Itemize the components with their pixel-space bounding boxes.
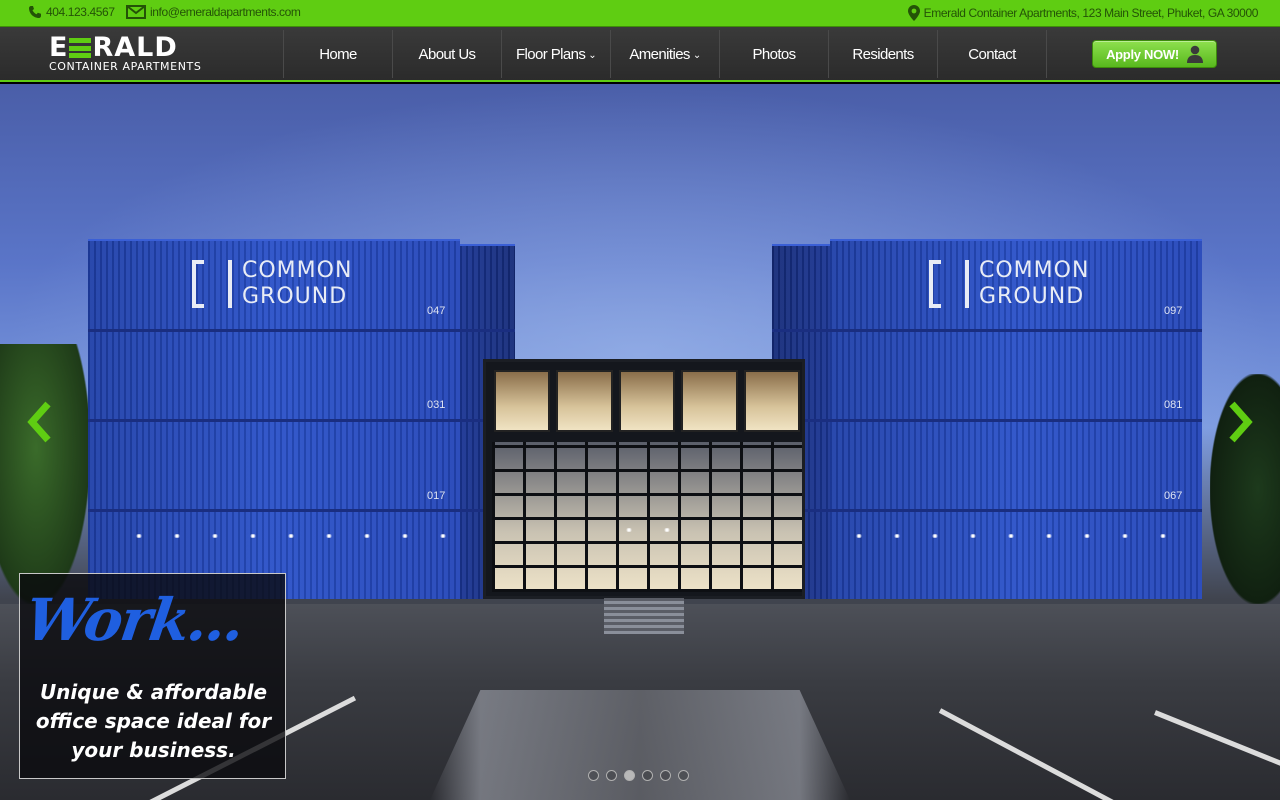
entrance-steps — [604, 598, 684, 634]
slider-prev-arrow[interactable] — [24, 400, 56, 444]
chevron-right-icon — [1229, 401, 1253, 443]
logo-wordmark: E RALD — [49, 32, 241, 63]
slide-caption: Work... Unique & affordable office space… — [19, 573, 286, 779]
phone-number: 404.123.4567 — [46, 5, 115, 19]
slider-dot[interactable] — [642, 770, 653, 781]
top-info-bar: 404.123.4567 info@emeraldapartments.com … — [0, 0, 1280, 27]
container-number: 067 — [1164, 490, 1183, 502]
phone-contact[interactable]: 404.123.4567 — [28, 5, 115, 19]
container-seam — [772, 419, 1202, 422]
sign-line-1: COMMON — [979, 258, 1090, 283]
container-number: 081 — [1164, 399, 1183, 411]
nav-item-photos[interactable]: Photos — [720, 30, 828, 78]
crosswalk — [430, 690, 850, 800]
logo-word-end: RALD — [92, 32, 178, 63]
nav-menu: Home About Us Floor Plans ⌄ Amenities ⌄ Ph… — [283, 30, 1047, 78]
container-seam — [772, 329, 1202, 332]
nav-item-floor-plans[interactable]: Floor Plans ⌄ — [502, 30, 610, 78]
logo-subtitle: CONTAINER APARTMENTS — [49, 60, 202, 73]
email-address: info@emeraldapartments.com — [150, 5, 301, 19]
container-seam — [88, 509, 515, 512]
chevron-left-icon — [27, 401, 51, 443]
sign-bracket-icon — [929, 260, 969, 308]
sign-line-2: GROUND — [979, 284, 1085, 309]
slider-next-arrow[interactable] — [1224, 400, 1256, 444]
sign-line-1: COMMON — [242, 258, 353, 283]
ground-lights — [120, 534, 460, 538]
container-seam — [88, 329, 515, 332]
address-contact[interactable]: Emerald Container Apartments, 123 Main S… — [907, 5, 1259, 21]
lower-window-grid — [492, 442, 802, 592]
container-number: 031 — [427, 399, 446, 411]
nav-divider — [1046, 30, 1047, 78]
caption-text: Unique & affordable office space ideal f… — [35, 680, 272, 762]
sign-bracket-icon — [192, 260, 232, 308]
container-number: 097 — [1164, 305, 1183, 317]
nav-item-contact[interactable]: Contact — [938, 30, 1046, 78]
container-number: 047 — [427, 305, 446, 317]
upper-windows — [494, 370, 801, 432]
slider-dot[interactable] — [660, 770, 671, 781]
logo-word-start: E — [49, 32, 69, 63]
nav-item-label: Home — [319, 45, 357, 63]
nav-item-label: Floor Plans — [515, 45, 586, 63]
site-logo[interactable]: E RALD CONTAINER APARTMENTS — [49, 32, 241, 73]
apply-now-label: Apply NOW! — [1106, 46, 1179, 62]
slider-dot[interactable] — [588, 770, 599, 781]
main-navigation: E RALD CONTAINER APARTMENTS Home About Us… — [0, 27, 1280, 82]
nav-item-label: Contact — [968, 45, 1016, 63]
glass-entrance — [483, 359, 805, 599]
nav-item-home[interactable]: Home — [284, 30, 392, 78]
nav-item-label: About Us — [418, 45, 477, 63]
logo-m-glyph — [69, 38, 92, 58]
nav-item-label: Photos — [752, 45, 796, 63]
container-seam — [88, 419, 515, 422]
sign-line-2: GROUND — [242, 284, 348, 309]
nav-item-about-us[interactable]: About Us — [393, 30, 501, 78]
slider-dot[interactable] — [678, 770, 689, 781]
hero-tree-left — [0, 344, 90, 604]
envelope-icon — [126, 5, 146, 19]
nav-item-amenities[interactable]: Amenities ⌄ — [611, 30, 719, 78]
hero-slider: COMMON GROUND COMMON GROUND 047 031 017 … — [0, 84, 1280, 800]
street-address: Emerald Container Apartments, 123 Main S… — [923, 6, 1259, 20]
nav-item-label: Amenities — [629, 45, 690, 63]
ground-lights — [840, 534, 1180, 538]
caption-heading: Work... — [21, 586, 248, 654]
building-sign-right: COMMON GROUND — [929, 258, 1090, 310]
building-sign-left: COMMON GROUND — [192, 258, 353, 310]
nav-item-residents[interactable]: Residents — [829, 30, 937, 78]
slider-dot-active[interactable] — [624, 770, 635, 781]
chevron-down-icon: ⌄ — [588, 49, 597, 61]
container-seam — [772, 509, 1202, 512]
email-contact[interactable]: info@emeraldapartments.com — [126, 5, 301, 19]
person-icon — [1186, 45, 1203, 63]
slider-dot[interactable] — [606, 770, 617, 781]
slider-pagination — [588, 770, 689, 781]
apply-now-button[interactable]: Apply NOW! — [1092, 40, 1217, 68]
container-number: 017 — [427, 490, 446, 502]
entrance-lights — [610, 528, 690, 532]
phone-icon — [29, 6, 41, 18]
nav-item-label: Residents — [852, 45, 914, 63]
chevron-down-icon: ⌄ — [692, 49, 701, 61]
map-pin-icon — [907, 5, 920, 21]
